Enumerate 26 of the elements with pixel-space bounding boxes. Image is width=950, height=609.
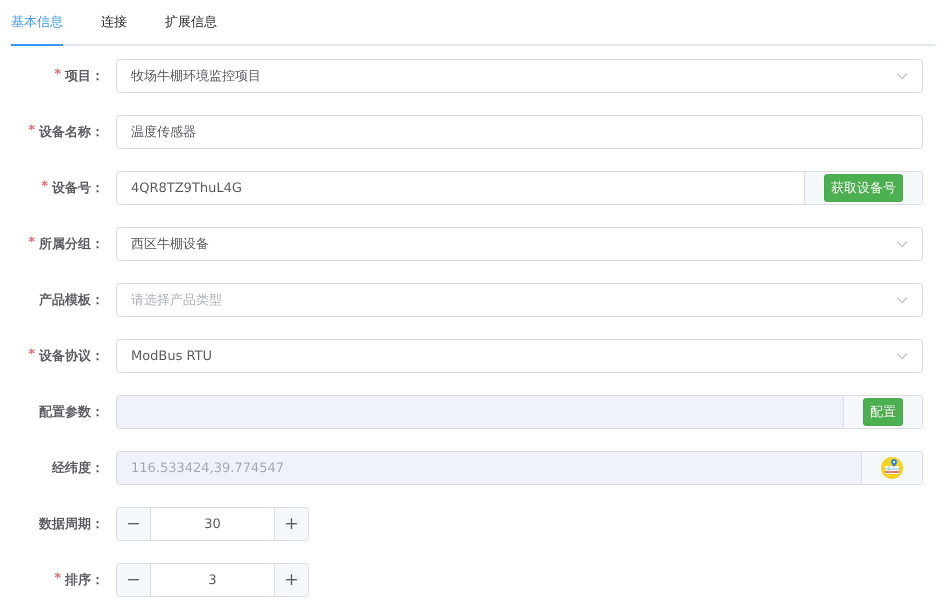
required-mark: * xyxy=(54,67,61,84)
field-label: 设备协议： xyxy=(39,348,104,365)
field-label: 经纬度： xyxy=(52,460,104,477)
required-mark: * xyxy=(28,347,35,364)
field-label: 所属分组： xyxy=(39,236,104,253)
required-mark: * xyxy=(28,123,35,140)
field-label: 排序： xyxy=(65,572,104,589)
tab[interactable]: 扩展信息 xyxy=(165,0,217,46)
chevron-down-icon xyxy=(896,352,908,360)
chevron-down-icon xyxy=(896,296,908,304)
field-label: 设备号： xyxy=(52,180,104,197)
tab[interactable]: 连接 xyxy=(101,0,127,46)
field-label: 设备名称： xyxy=(39,124,104,141)
select-field[interactable]: 西区牛棚设备 xyxy=(116,227,923,261)
required-mark: * xyxy=(41,179,48,196)
field-label: 配置参数： xyxy=(39,404,104,421)
required-mark: * xyxy=(54,571,61,588)
field-label: 产品模板： xyxy=(39,292,104,309)
chevron-down-icon xyxy=(896,240,908,248)
chevron-down-icon xyxy=(896,72,908,80)
field-label: 数据周期： xyxy=(39,516,104,533)
required-mark: * xyxy=(28,235,35,252)
field-label: 项目： xyxy=(65,68,104,85)
text-field[interactable]: 温度传感器 xyxy=(116,115,923,149)
select-field[interactable]: 牧场牛棚环境监控项目 xyxy=(116,59,923,93)
select-field[interactable]: ModBus RTU xyxy=(116,339,923,373)
